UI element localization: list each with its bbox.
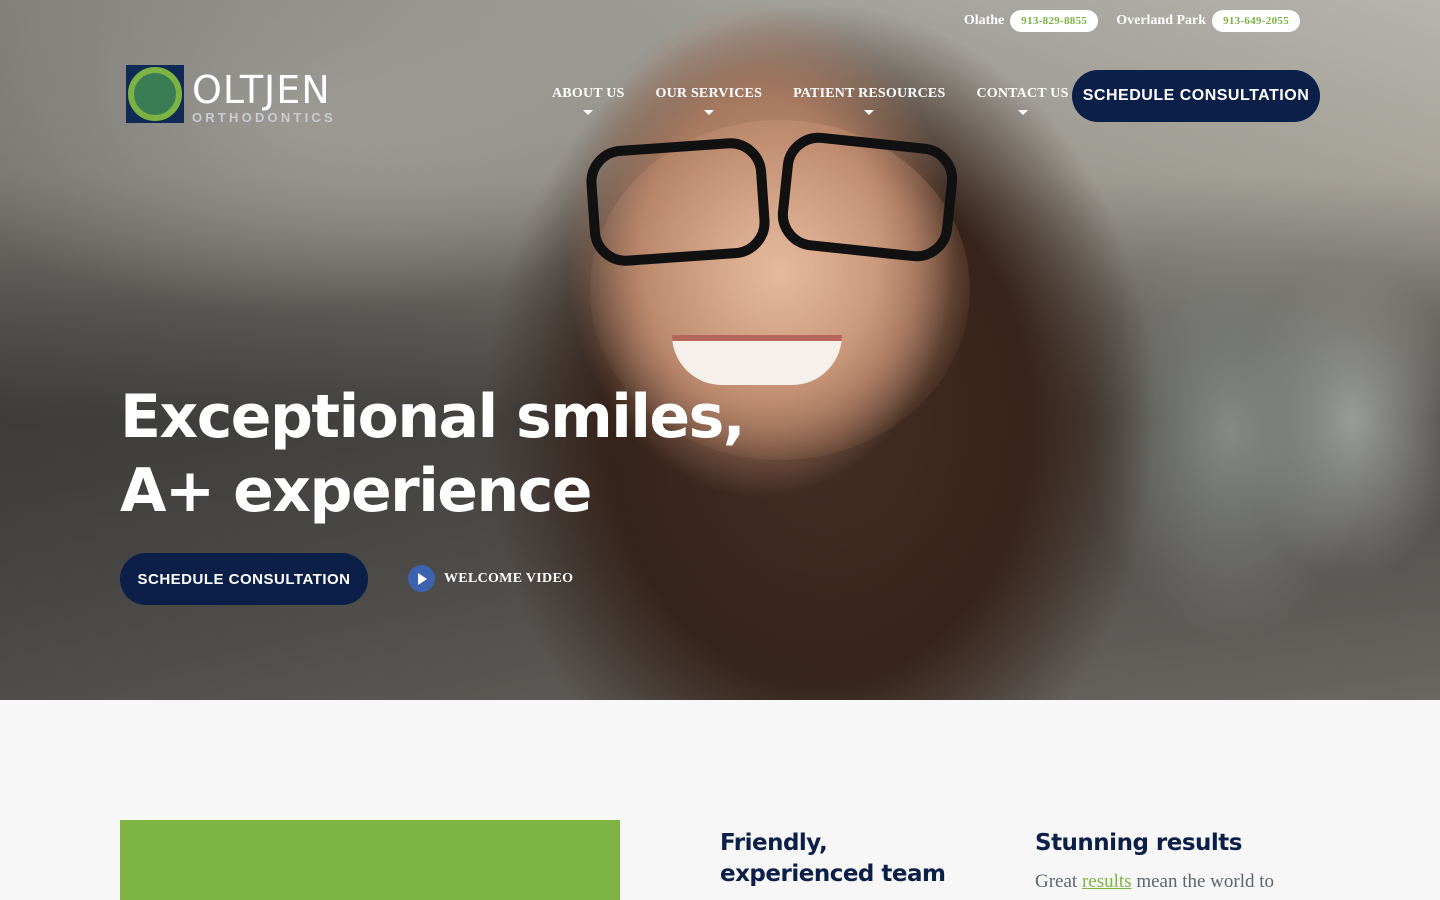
hero-photo-smile: [672, 335, 842, 385]
results-link[interactable]: results: [1082, 871, 1132, 892]
hero-headline: Exceptional smiles, A+ experience: [120, 380, 746, 528]
location-olathe: Olathe 913-829-8855: [963, 10, 1099, 32]
welcome-video-label: WELCOME VIDEO: [444, 570, 574, 586]
phone-button-olathe[interactable]: 913-829-8855: [1010, 10, 1099, 32]
feature-friendly-team: Friendly, experienced team: [720, 828, 970, 890]
location-overland-park: Overland Park 913-649-2055: [1116, 10, 1300, 32]
caret-down-icon: [864, 110, 875, 115]
nav-item-our-services[interactable]: OUR SERVICES: [656, 86, 763, 115]
main-nav: ABOUT US OUR SERVICES PATIENT RESOURCES …: [552, 86, 1069, 115]
hero-headline-line-2: A+ experience: [120, 456, 592, 526]
location-name: Olathe: [963, 13, 1005, 28]
hero-schedule-consultation-button[interactable]: SCHEDULE CONSULTATION: [120, 553, 368, 605]
location-name: Overland Park: [1116, 13, 1207, 28]
feature-text: Great results mean the world to: [1035, 871, 1275, 892]
header-schedule-consultation-button[interactable]: SCHEDULE CONSULTATION: [1072, 70, 1320, 122]
nav-label: ABOUT US: [552, 86, 625, 101]
logo-name: OLTJEN: [192, 68, 331, 112]
hero-photo-glasses-left: [584, 135, 772, 269]
nav-item-about-us[interactable]: ABOUT US: [552, 86, 625, 115]
green-feature-block: [120, 820, 620, 900]
caret-down-icon: [583, 110, 594, 115]
hero-headline-line-1: Exceptional smiles,: [120, 382, 746, 452]
feature-title: Stunning results: [1035, 830, 1243, 856]
location-bar: Olathe 913-829-8855 Overland Park 913-64…: [964, 10, 1300, 32]
caret-down-icon: [703, 110, 714, 115]
nav-label: PATIENT RESOURCES: [793, 86, 946, 101]
nav-label: CONTACT US: [976, 86, 1069, 101]
hero-photo-glasses-right: [774, 129, 961, 265]
logo-subtitle: ORTHODONTICS: [192, 110, 336, 125]
nav-item-patient-resources[interactable]: PATIENT RESOURCES: [793, 86, 945, 115]
site-logo[interactable]: OLTJEN ORTHODONTICS: [126, 65, 336, 124]
feature-title: Friendly, experienced team: [720, 830, 946, 887]
logo-mark-icon: [126, 65, 184, 123]
caret-down-icon: [1017, 110, 1028, 115]
nav-label: OUR SERVICES: [655, 86, 763, 101]
phone-button-overland-park[interactable]: 913-649-2055: [1212, 10, 1300, 32]
welcome-video-link[interactable]: WELCOME VIDEO: [408, 565, 573, 592]
nav-item-contact-us[interactable]: CONTACT US: [976, 86, 1068, 115]
feature-stunning-results: Stunning results Great results mean the …: [1035, 828, 1305, 895]
play-icon: [408, 565, 435, 592]
